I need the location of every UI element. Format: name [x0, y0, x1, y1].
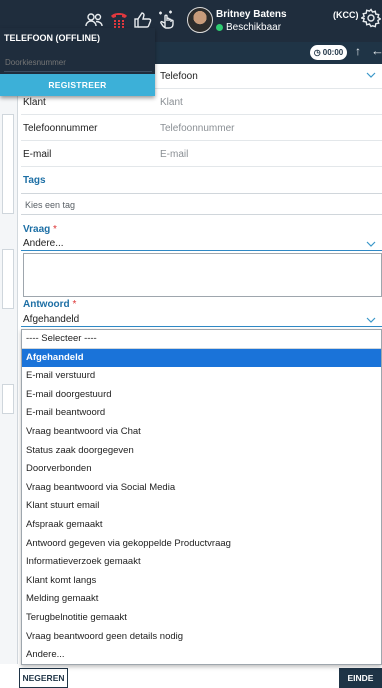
phone-label: Telefoonnummer — [23, 123, 98, 134]
required-mark: * — [53, 224, 57, 235]
dropdown-option[interactable]: Klant komt langs — [22, 572, 381, 591]
tags-label: Tags — [23, 175, 46, 186]
customer-input[interactable]: Klant — [160, 97, 183, 108]
avatar[interactable] — [187, 7, 213, 33]
dropdown-option[interactable]: E-mail doorgestuurd — [22, 386, 381, 405]
org-label: (KCC) — [333, 10, 359, 20]
cancel-button[interactable]: NEGEREN — [19, 668, 68, 688]
end-button[interactable]: EINDE — [339, 668, 382, 688]
dropdown-option[interactable]: Status zaak doorgegeven — [22, 442, 381, 461]
dropdown-option[interactable]: Klant stuurt email — [22, 497, 381, 516]
dropdown-option[interactable]: Afspraak gemaakt — [22, 516, 381, 535]
sidebar-panel — [2, 249, 14, 309]
question-textarea[interactable] — [23, 253, 382, 297]
dropdown-option[interactable]: ---- Selecteer ---- — [22, 330, 381, 349]
dropdown-option[interactable]: Afgehandeld — [22, 348, 381, 368]
chevron-down-icon — [366, 317, 376, 323]
answer-dropdown-list[interactable]: ---- Selecteer ---- Afgehandeld E-mail ver… — [21, 329, 382, 665]
answer-select[interactable]: Afgehandeld — [21, 314, 382, 327]
dropdown-option[interactable]: Antwoord gegeven via gekoppelde Productv… — [22, 535, 381, 554]
question-select[interactable]: Andere... — [21, 238, 382, 251]
dropdown-option[interactable]: E-mail beantwoord — [22, 404, 381, 423]
sidebar-panel — [2, 114, 14, 214]
agent-status[interactable]: Beschikbaar — [216, 22, 281, 33]
agent-name: Britney Batens — [216, 9, 287, 20]
question-label: Vraag * — [23, 224, 57, 235]
people-icon[interactable] — [84, 10, 104, 30]
thumbs-up-icon[interactable] — [133, 10, 153, 30]
pin-icon[interactable]: ↑ — [355, 44, 361, 58]
phone-panel-title: TELEFOON (OFFLINE) — [4, 33, 100, 43]
phone-input[interactable]: Telefoonnummer — [160, 123, 234, 134]
chevron-down-icon — [366, 241, 376, 247]
dropdown-option[interactable]: Vraag beantwoord via Social Media — [22, 479, 381, 498]
dropdown-option[interactable]: Informatieverzoek gemaakt — [22, 553, 381, 572]
hand-pointer-icon[interactable] — [157, 10, 177, 30]
phone-panel: TELEFOON (OFFLINE) REGISTREER — [0, 28, 155, 96]
status-dot-icon — [216, 24, 223, 31]
left-sidebar — [0, 64, 18, 664]
call-timer: ◷ 00:00 — [310, 45, 347, 60]
chevron-down-icon — [366, 72, 376, 78]
sidebar-panel — [2, 384, 14, 414]
dropdown-option[interactable]: E-mail verstuurd — [22, 367, 381, 386]
email-input[interactable]: E-mail — [160, 149, 188, 160]
phone-grid-icon[interactable] — [109, 10, 129, 30]
email-field[interactable]: E-mail E-mail — [21, 142, 382, 167]
phone-field[interactable]: Telefoonnummer Telefoonnummer — [21, 116, 382, 141]
email-label: E-mail — [23, 149, 52, 160]
dropdown-option[interactable]: Terugbelnotitie gemaakt — [22, 609, 381, 628]
customer-label: Klant — [23, 97, 46, 108]
answer-value: Afgehandeld — [23, 314, 80, 325]
dropdown-option[interactable]: Doorverbonden — [22, 460, 381, 479]
tags-input[interactable]: Kies een tag — [21, 193, 382, 215]
answer-label: Antwoord * — [23, 299, 76, 310]
question-label-text: Vraag — [23, 224, 51, 235]
dropdown-option[interactable]: Vraag beantwoord geen details nodig — [22, 628, 381, 647]
dropdown-option[interactable]: Vraag beantwoord via Chat — [22, 423, 381, 442]
gear-icon[interactable] — [359, 8, 382, 28]
register-button[interactable]: REGISTREER — [0, 74, 155, 96]
answer-label-text: Antwoord — [23, 299, 70, 310]
agent-status-label: Beschikbaar — [226, 22, 282, 33]
back-arrow-icon[interactable]: ← — [371, 43, 382, 58]
required-mark: * — [72, 299, 77, 310]
timer-value: 00:00 — [322, 48, 344, 57]
channel-value: Telefoon — [160, 71, 198, 82]
dropdown-option[interactable]: Melding gemaakt — [22, 590, 381, 609]
extension-number-input[interactable] — [4, 54, 152, 72]
clock-icon: ◷ — [313, 48, 321, 57]
dropdown-option[interactable]: Andere... — [22, 646, 381, 664]
question-value: Andere... — [23, 238, 64, 249]
